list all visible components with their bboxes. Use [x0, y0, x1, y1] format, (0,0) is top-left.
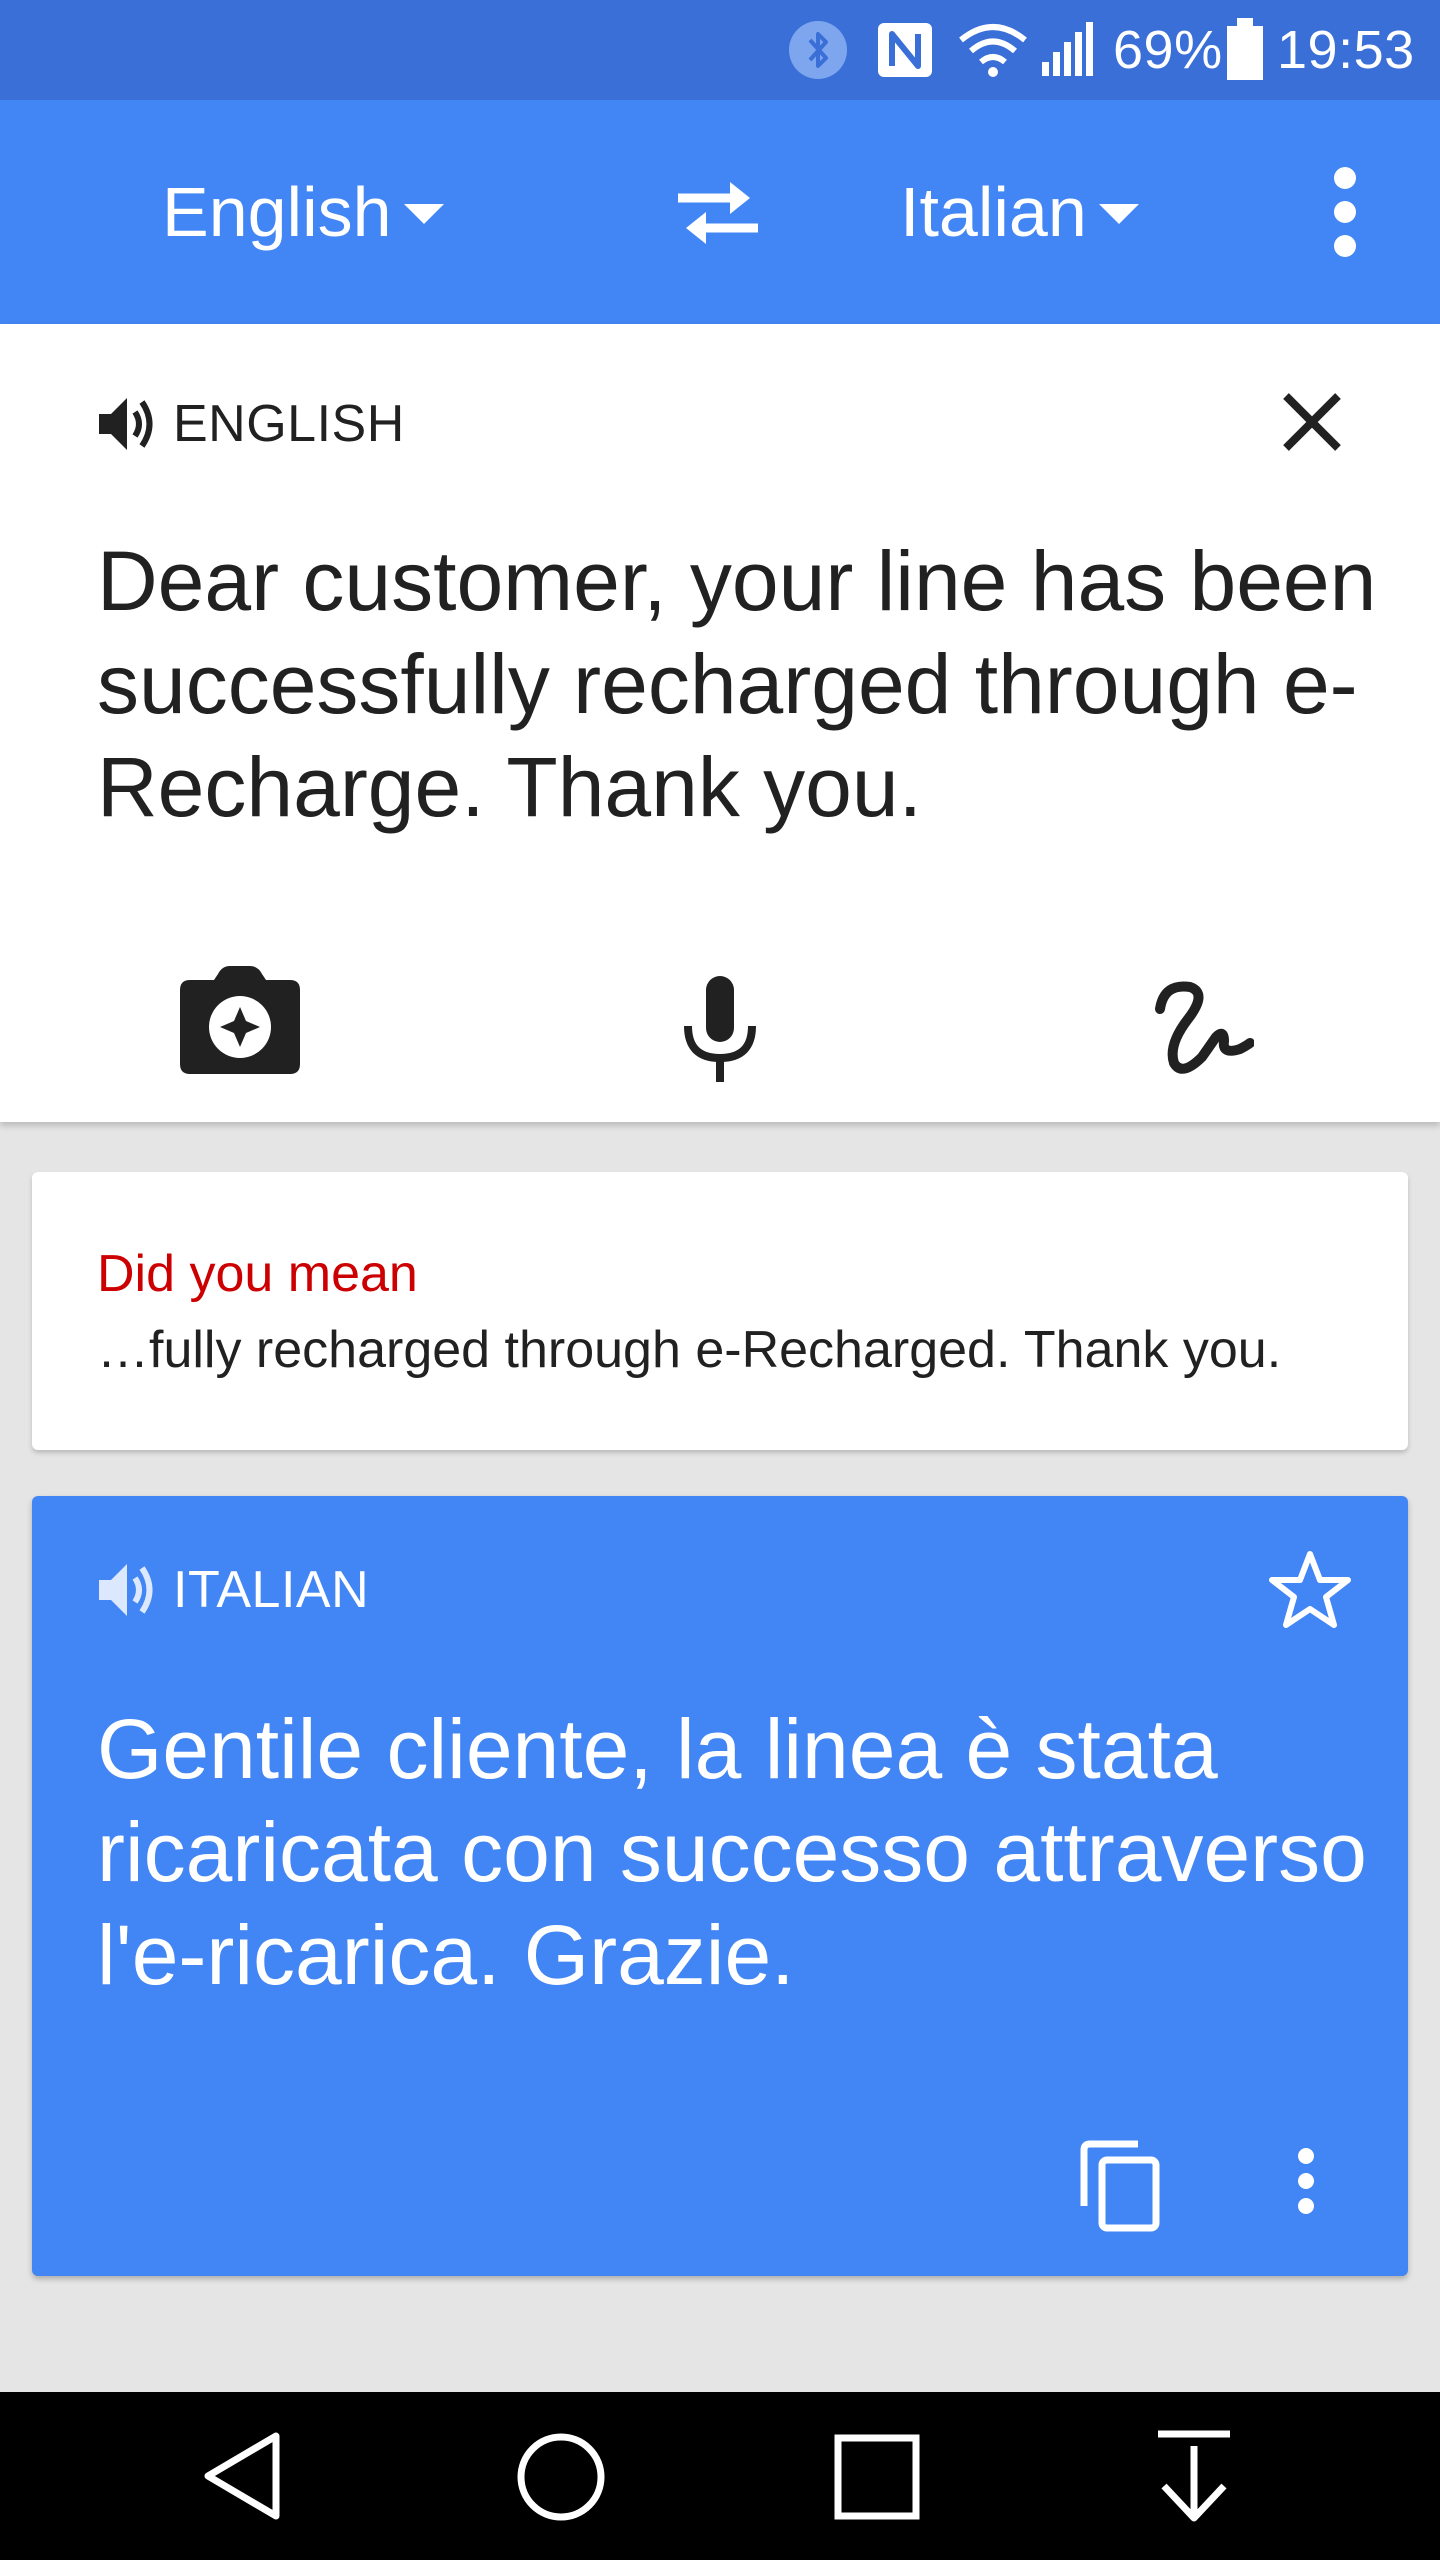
signal-icon	[1040, 0, 1100, 100]
clear-input-icon[interactable]	[1280, 390, 1344, 454]
target-language-name: ITALIAN	[173, 1561, 370, 1619]
dropdown-caret-icon	[403, 204, 444, 224]
input-text[interactable]: Dear customer, your line has been succes…	[97, 530, 1397, 839]
speaker-icon[interactable]	[97, 394, 159, 454]
translated-text[interactable]: Gentile cliente, la linea è stata ricari…	[97, 1698, 1387, 2007]
handwriting-icon[interactable]	[1150, 979, 1254, 1079]
bluetooth-icon	[788, 0, 848, 100]
home-icon[interactable]	[516, 2432, 606, 2522]
down-arrow-icon[interactable]	[1154, 2430, 1234, 2522]
microphone-icon[interactable]	[680, 974, 760, 1084]
target-language-header: ITALIAN	[97, 1554, 369, 1626]
suggested-correction[interactable]: …fully recharged through e-Recharged. Th…	[97, 1320, 1281, 1380]
source-language-name: ENGLISH	[173, 395, 405, 453]
input-card: ENGLISH Dear customer, your line has bee…	[0, 324, 1440, 1122]
back-icon[interactable]	[200, 2428, 284, 2524]
star-icon[interactable]	[1268, 1550, 1352, 1630]
did-you-mean-heading: Did you mean	[97, 1245, 418, 1303]
target-language-label: Italian	[900, 173, 1087, 251]
nfc-icon	[875, 0, 935, 100]
copy-icon[interactable]	[1076, 2138, 1166, 2234]
status-bar: 69% 19:53	[0, 0, 1440, 100]
swap-languages-icon[interactable]	[668, 170, 768, 254]
wifi-icon	[958, 0, 1028, 100]
navigation-bar	[0, 2392, 1440, 2560]
overflow-menu-icon[interactable]	[1320, 166, 1370, 258]
dropdown-caret-icon	[1098, 204, 1139, 224]
battery-icon	[1225, 0, 1265, 100]
speaker-icon[interactable]	[97, 1560, 159, 1620]
target-language-selector[interactable]: Italian	[900, 100, 1139, 324]
more-vert-icon[interactable]	[1294, 2146, 1318, 2216]
source-language-label: English	[162, 173, 392, 251]
did-you-mean-card[interactable]: Did you mean …fully recharged through e-…	[32, 1172, 1408, 1450]
recents-icon[interactable]	[834, 2434, 920, 2520]
source-language-header: ENGLISH	[97, 388, 405, 460]
translation-card[interactable]: ITALIAN Gentile cliente, la linea è stat…	[32, 1496, 1408, 2276]
app-bar: English Italian	[0, 100, 1440, 324]
camera-icon[interactable]	[178, 964, 302, 1076]
battery-percent: 69%	[1113, 20, 1223, 80]
source-language-selector[interactable]: English	[162, 100, 444, 324]
clock: 19:53	[1277, 20, 1415, 80]
